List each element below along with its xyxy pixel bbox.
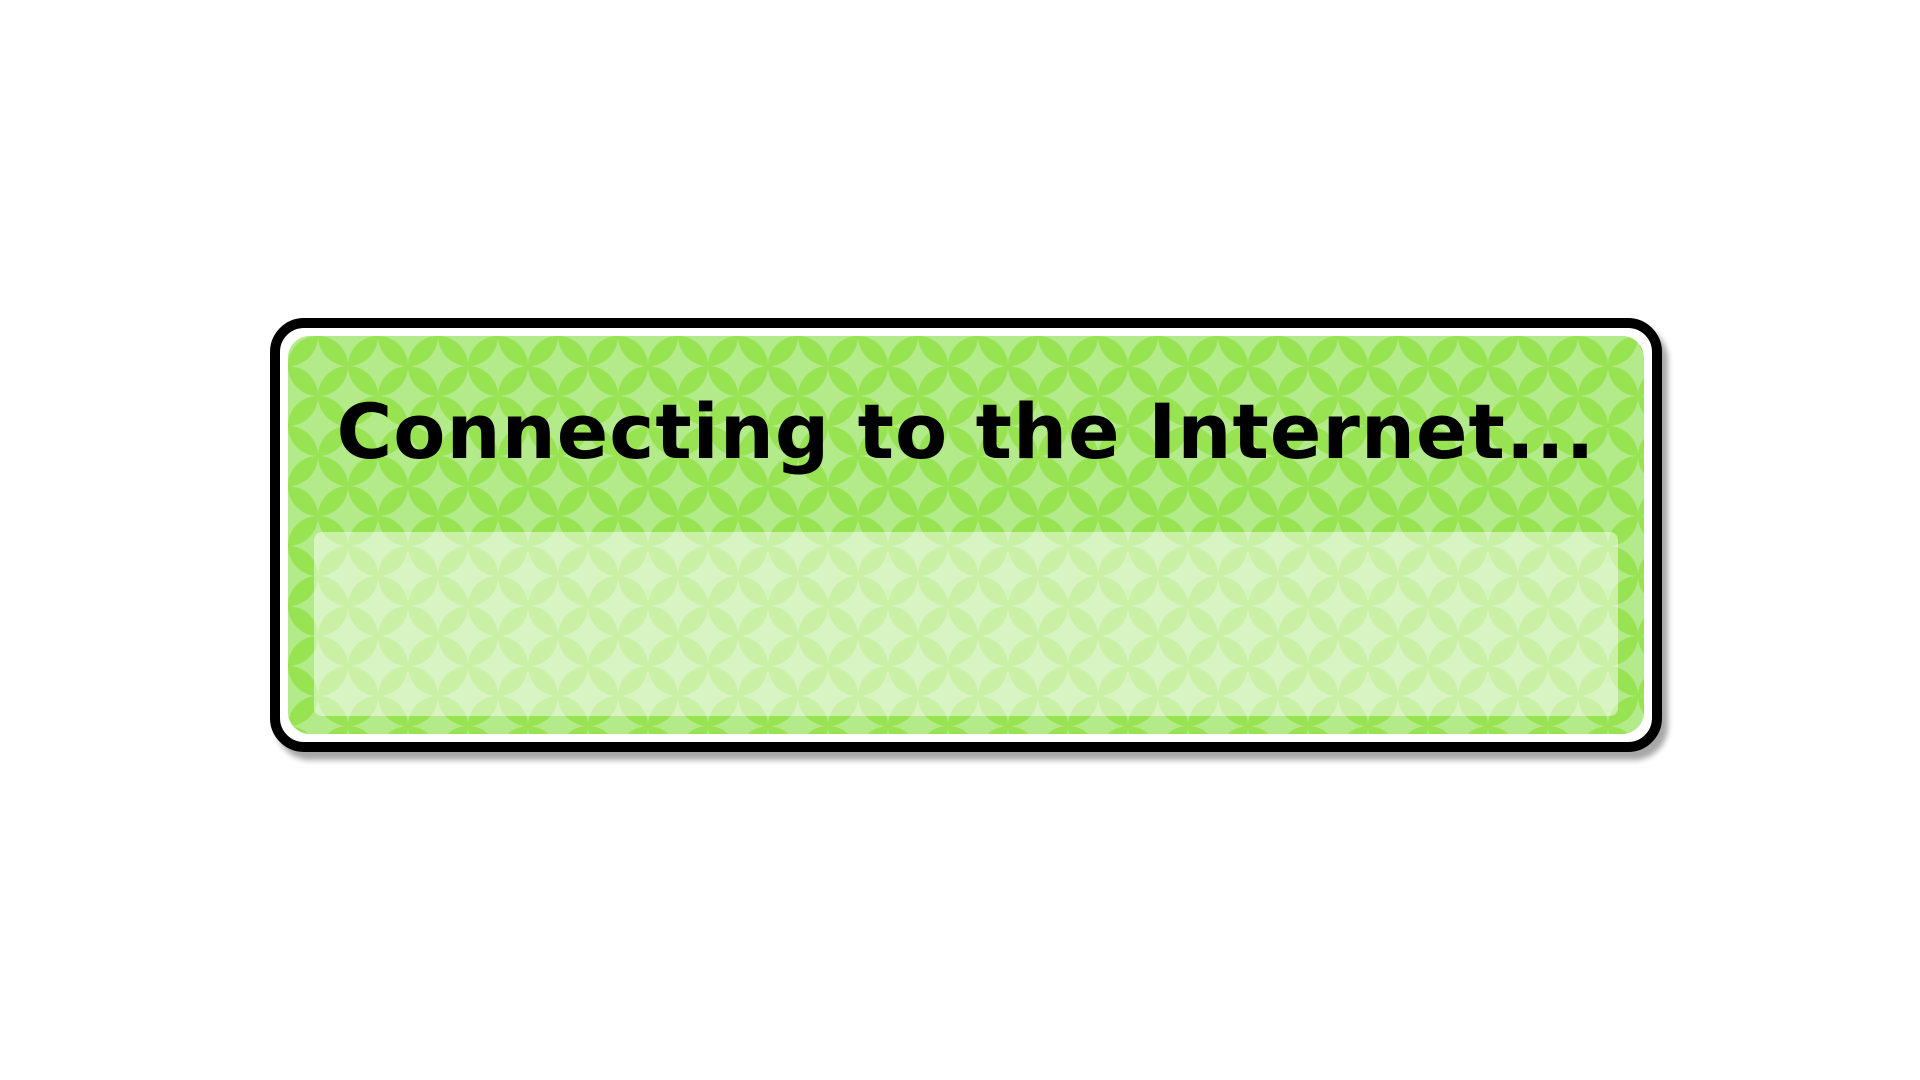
dialog-title: Connecting to the Internet... <box>336 387 1596 476</box>
connection-dialog: Connecting to the Internet... <box>270 318 1662 752</box>
dialog-panel: Connecting to the Internet... <box>288 336 1644 734</box>
message-area <box>314 532 1618 716</box>
screen: Connecting to the Internet... <box>0 0 1920 1080</box>
